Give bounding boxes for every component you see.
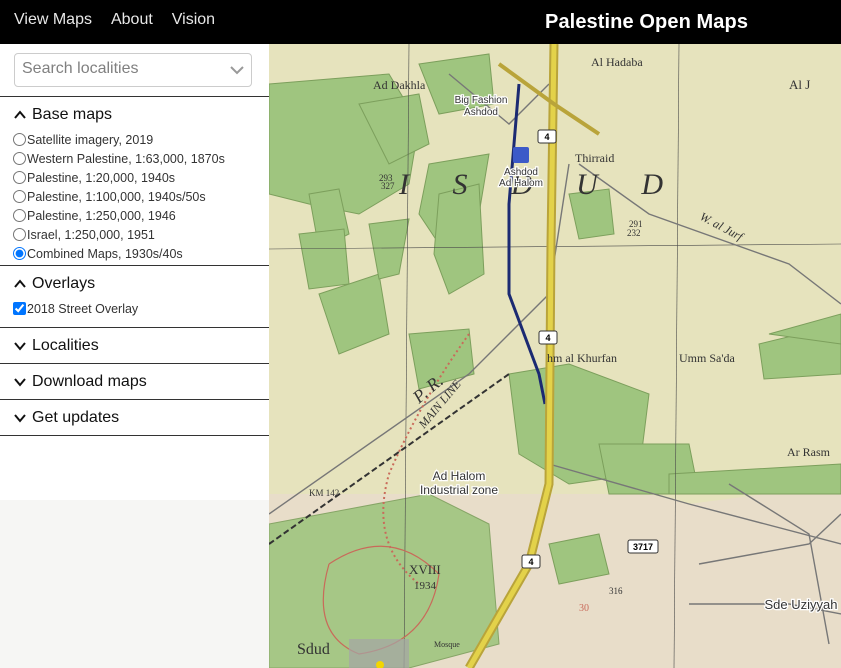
base-map-option[interactable]: Combined Maps, 1930s/40s [0, 244, 269, 263]
map-label: Ar Rasm [787, 445, 831, 459]
map-label: Thirraid [575, 151, 614, 165]
chevron-down-icon[interactable] [229, 62, 245, 78]
map-label: Umm Sa'da [679, 351, 735, 365]
map-canvas[interactable]: 4 4 4 3717 Ad Dakhla Al Hadaba Al J Thir… [269, 44, 841, 668]
nav-view-maps[interactable]: View Maps [14, 11, 92, 29]
map-label: Sdud [297, 641, 330, 658]
poi-label: Ad Halom [499, 178, 543, 189]
overlays-section: Overlays 2018 Street Overlay [0, 265, 269, 318]
map-label: Ad Dakhla [373, 78, 426, 92]
train-station-icon[interactable] [513, 147, 529, 163]
poi-label: Industrial zone [420, 483, 498, 497]
map-label: 232 [627, 228, 641, 238]
base-map-option[interactable]: Israel, 1:250,000, 1951 [0, 225, 269, 244]
base-maps-header[interactable]: Base maps [0, 97, 269, 133]
option-label: Combined Maps, 1930s/40s [27, 246, 183, 261]
chevron-down-icon [14, 414, 26, 423]
section-title: Download maps [32, 373, 147, 390]
chevron-down-icon [14, 342, 26, 351]
chevron-up-icon [14, 279, 26, 288]
route-shield: 3717 [633, 542, 653, 552]
map-label: 316 [609, 586, 623, 596]
chevron-down-icon [14, 378, 26, 387]
option-label: Palestine, 1:100,000, 1940s/50s [27, 189, 206, 204]
base-map-radio[interactable] [13, 133, 26, 146]
historical-map[interactable]: 4 4 4 3717 Ad Dakhla Al Hadaba Al J Thir… [269, 44, 841, 668]
base-map-radio[interactable] [13, 247, 26, 260]
option-label: Palestine, 1:250,000, 1946 [27, 208, 176, 223]
poi-label: Ashdod [464, 107, 498, 118]
map-label: 1934 [414, 580, 437, 592]
overlay-option[interactable]: 2018 Street Overlay [0, 299, 269, 318]
base-map-radio[interactable] [13, 209, 26, 222]
base-map-option[interactable]: Palestine, 1:100,000, 1940s/50s [0, 187, 269, 206]
base-map-radio[interactable] [13, 190, 26, 203]
map-label: hm al Khurfan [547, 351, 617, 365]
map-label: 327 [381, 181, 395, 191]
option-label: Israel, 1:250,000, 1951 [27, 227, 155, 242]
section-title: Get updates [32, 409, 120, 426]
map-label: Al J [789, 77, 810, 92]
section-title: Localities [32, 337, 99, 354]
route-shield: 4 [528, 557, 533, 567]
main-nav: View Maps About Vision [14, 11, 215, 29]
updates-header[interactable]: Get updates [0, 400, 269, 436]
poi-label: Sde Uziyyah [765, 597, 838, 612]
nav-vision[interactable]: Vision [172, 11, 215, 29]
base-map-option[interactable]: Satellite imagery, 2019 [0, 130, 269, 149]
base-map-option[interactable]: Western Palestine, 1:63,000, 1870s [0, 149, 269, 168]
nav-about[interactable]: About [111, 11, 153, 29]
route-shield: 4 [544, 132, 549, 142]
map-label: KM 142 [309, 488, 339, 498]
download-header[interactable]: Download maps [0, 364, 269, 400]
updates-section: Get updates [0, 399, 269, 436]
section-title: Base maps [32, 106, 113, 123]
sidebar-background [0, 500, 269, 668]
section-title: Overlays [32, 275, 96, 292]
option-label: Western Palestine, 1:63,000, 1870s [27, 151, 225, 166]
route-shield: 4 [545, 333, 550, 343]
search-box[interactable] [14, 53, 252, 87]
poi-label: Ashdod [504, 167, 538, 178]
map-label: XVIII [409, 562, 441, 577]
base-map-option[interactable]: Palestine, 1:20,000, 1940s [0, 168, 269, 187]
option-label: Palestine, 1:20,000, 1940s [27, 170, 176, 185]
poi-label: Ad Halom [433, 469, 486, 483]
chevron-up-icon [14, 110, 26, 119]
base-map-radio[interactable] [13, 171, 26, 184]
base-map-option[interactable]: Palestine, 1:250,000, 1946 [0, 206, 269, 225]
divider [0, 435, 269, 436]
map-label: Mosque [434, 640, 460, 649]
base-map-radio[interactable] [13, 152, 26, 165]
base-maps-section: Base maps Satellite imagery, 2019 Wester… [0, 96, 269, 263]
download-section: Download maps [0, 363, 269, 400]
site-title[interactable]: Palestine Open Maps [545, 11, 748, 34]
map-label: 30 [579, 603, 589, 614]
option-label: Satellite imagery, 2019 [27, 132, 154, 147]
poi-label: Big Fashion [455, 95, 508, 106]
map-label: Al Hadaba [591, 55, 643, 69]
localities-header[interactable]: Localities [0, 328, 269, 364]
sidebar: Base maps Satellite imagery, 2019 Wester… [0, 44, 269, 668]
overlay-checkbox[interactable] [13, 302, 26, 315]
base-map-radio[interactable] [13, 228, 26, 241]
option-label: 2018 Street Overlay [27, 301, 139, 316]
overlays-header[interactable]: Overlays [0, 266, 269, 302]
top-navbar: View Maps About Vision Palestine Open Ma… [0, 0, 841, 44]
localities-section: Localities [0, 327, 269, 364]
search-input[interactable] [22, 60, 222, 78]
